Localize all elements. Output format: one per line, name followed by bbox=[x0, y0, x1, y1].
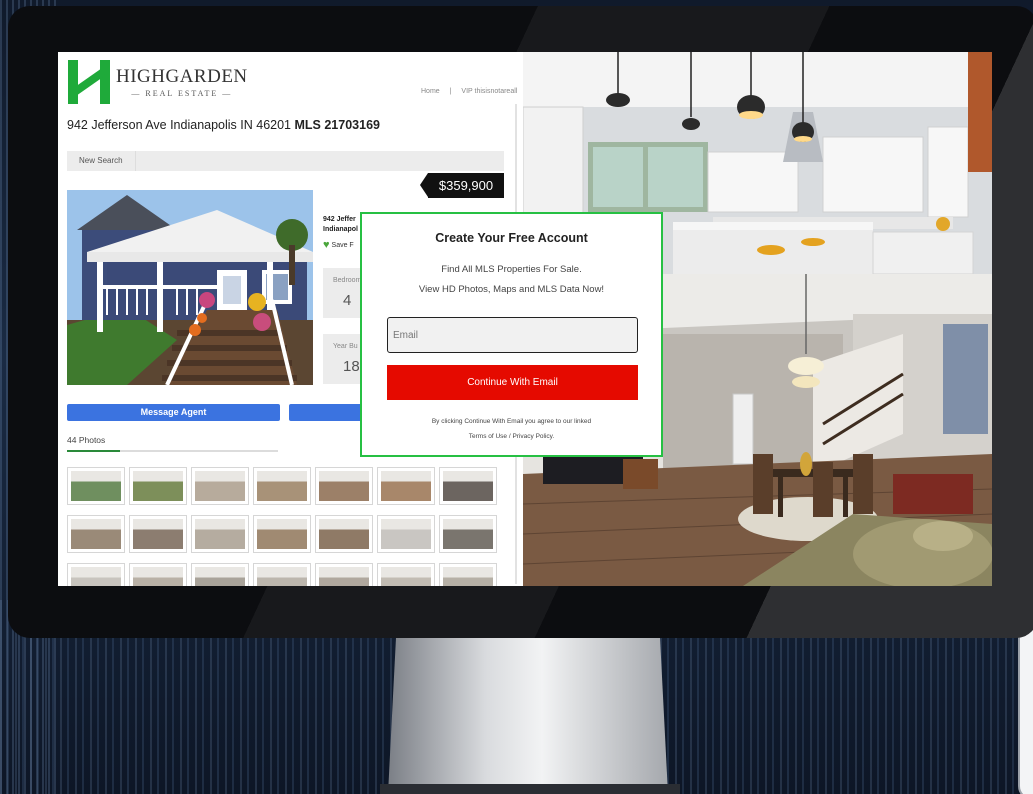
photo-thumbnail-image bbox=[257, 519, 307, 549]
brand-name: HIGHGARDEN bbox=[116, 66, 248, 87]
photo-thumbnail-image bbox=[195, 471, 245, 501]
brand-logo[interactable]: HIGHGARDEN — REAL ESTATE — bbox=[68, 60, 248, 104]
photo-thumbnail-image bbox=[133, 471, 183, 501]
top-nav: Home | VIP thisisnotareall bbox=[421, 88, 523, 95]
photo-thumbnail-image bbox=[319, 567, 369, 586]
photo-thumbnail[interactable] bbox=[67, 515, 125, 553]
monitor-stand-foot bbox=[380, 784, 680, 794]
monitor-stand bbox=[388, 630, 668, 794]
listing-main-photo[interactable] bbox=[67, 190, 313, 385]
photo-thumbnail[interactable] bbox=[129, 515, 187, 553]
price-tag: $359,900 bbox=[420, 173, 504, 198]
save-favorite[interactable]: ♥ Save F bbox=[323, 239, 354, 251]
photo-thumbnail[interactable] bbox=[377, 515, 435, 553]
photo-thumbnail[interactable] bbox=[439, 467, 497, 505]
nav-divider: | bbox=[449, 88, 452, 95]
photo-thumbnail-image bbox=[133, 519, 183, 549]
heart-icon: ♥ bbox=[323, 239, 330, 251]
listing-address: 942 Jefferson Ave Indianapolis IN 46201 … bbox=[67, 118, 380, 132]
photo-thumbnail[interactable] bbox=[253, 563, 311, 586]
photo-thumbnail[interactable] bbox=[315, 563, 373, 586]
photo-thumbnail[interactable] bbox=[439, 563, 497, 586]
photo-thumbnail[interactable] bbox=[253, 515, 311, 553]
search-bar: New Search bbox=[67, 151, 504, 171]
photo-thumbnail[interactable] bbox=[67, 467, 125, 505]
details-address: 942 Jeffer Indianapol bbox=[323, 216, 358, 233]
photo-thumbnail[interactable] bbox=[191, 563, 249, 586]
photo-thumbnail-image bbox=[71, 471, 121, 501]
photo-thumbnail[interactable] bbox=[377, 563, 435, 586]
photo-thumbnail-image bbox=[71, 567, 121, 586]
mls-number: MLS 21703169 bbox=[294, 118, 380, 132]
photo-thumbnail-image bbox=[195, 567, 245, 586]
photo-thumbnail-image bbox=[257, 567, 307, 586]
photos-progress-fill bbox=[67, 450, 120, 452]
photo-thumbnail[interactable] bbox=[439, 515, 497, 553]
nav-vip[interactable]: VIP thisisnotareall bbox=[461, 88, 517, 95]
photo-thumbnail-image bbox=[443, 471, 493, 501]
legal-text: By clicking Continue With Email you agre… bbox=[431, 418, 592, 425]
photo-thumbnail[interactable] bbox=[191, 515, 249, 553]
photo-thumbnail-image bbox=[319, 471, 369, 501]
photo-thumbnail-image bbox=[443, 519, 493, 549]
photo-thumbnails bbox=[67, 467, 499, 586]
photo-thumbnail-image bbox=[443, 567, 493, 586]
photo-thumbnail-image bbox=[195, 519, 245, 549]
logo-mark-icon bbox=[68, 60, 110, 104]
photo-thumbnail-image bbox=[71, 519, 121, 549]
photo-thumbnail-image bbox=[381, 471, 431, 501]
new-search-tab[interactable]: New Search bbox=[67, 151, 136, 171]
photo-thumbnail[interactable] bbox=[253, 467, 311, 505]
nav-home[interactable]: Home bbox=[421, 88, 440, 95]
photo-thumbnail[interactable] bbox=[191, 467, 249, 505]
photo-thumbnail[interactable] bbox=[129, 563, 187, 586]
photo-thumbnail-image bbox=[381, 519, 431, 549]
modal-subtitle-line2: View HD Photos, Maps and MLS Data Now! bbox=[418, 284, 605, 295]
photo-thumbnail[interactable] bbox=[129, 467, 187, 505]
photo-thumbnail-image bbox=[319, 519, 369, 549]
photo-thumbnail-image bbox=[257, 471, 307, 501]
photos-count: 44 Photos bbox=[67, 435, 106, 445]
photo-thumbnail-image bbox=[381, 567, 431, 586]
photo-thumbnail[interactable] bbox=[315, 515, 373, 553]
email-input[interactable] bbox=[387, 317, 638, 353]
modal-subtitle-line1: Find All MLS Properties For Sale. bbox=[441, 264, 582, 275]
signup-modal: Create Your Free Account Find All MLS Pr… bbox=[360, 212, 663, 457]
message-agent-button[interactable]: Message Agent bbox=[67, 404, 280, 421]
photo-thumbnail[interactable] bbox=[315, 467, 373, 505]
photo-thumbnail-image bbox=[133, 567, 183, 586]
modal-title: Create Your Free Account bbox=[435, 231, 588, 245]
photo-thumbnail[interactable] bbox=[67, 563, 125, 586]
brand-tagline: — REAL ESTATE — bbox=[131, 89, 233, 98]
photos-progress-bar bbox=[67, 450, 278, 452]
terms-privacy-link[interactable]: Terms of Use / Privacy Policy. bbox=[362, 433, 661, 440]
photo-thumbnail[interactable] bbox=[377, 467, 435, 505]
continue-with-email-button[interactable]: Continue With Email bbox=[387, 365, 638, 400]
